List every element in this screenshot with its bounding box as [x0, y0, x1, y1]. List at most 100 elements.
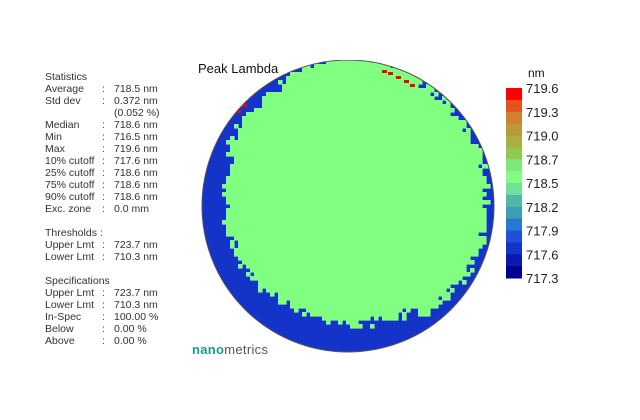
wafer-cell: [242, 132, 247, 137]
wafer-cell: [246, 124, 251, 129]
wafer-cell: [258, 136, 263, 141]
wafer-cell: [254, 224, 259, 229]
wafer-cell: [330, 252, 335, 257]
wafer-cell: [478, 212, 483, 217]
wafer-cell: [382, 188, 387, 193]
wafer-cell: [374, 80, 379, 85]
wafer-cell: [442, 104, 447, 109]
wafer-cell: [410, 88, 415, 93]
wafer-cell: [294, 248, 299, 253]
wafer-cell: [358, 104, 363, 109]
wafer-cell: [342, 84, 347, 89]
wafer-cell: [470, 200, 475, 205]
wafer-cell: [298, 288, 303, 293]
wafer-cell: [286, 228, 291, 233]
wafer-cell: [418, 92, 423, 97]
wafer-cell: [350, 316, 355, 321]
wafer-cell: [282, 164, 287, 169]
wafer-cell: [422, 296, 427, 301]
wafer-cell: [370, 132, 375, 137]
wafer-cell: [238, 248, 243, 253]
wafer-cell: [402, 112, 407, 117]
wafer-cell: [330, 192, 335, 197]
wafer-cell: [374, 160, 379, 165]
wafer-cell: [398, 260, 403, 265]
wafer-cell: [330, 68, 335, 73]
wafer-cell: [234, 232, 239, 237]
wafer-cell: [470, 156, 475, 161]
wafer-cell: [302, 244, 307, 249]
statistics-row: 10% cutoff:717.6 nm: [45, 155, 160, 167]
wafer-cell: [346, 320, 351, 325]
wafer-cell: [450, 124, 455, 129]
wafer-cell: [366, 92, 371, 97]
wafer-cell: [366, 184, 371, 189]
wafer-cell: [374, 260, 379, 265]
wafer-cell: [442, 292, 447, 297]
wafer-cell: [410, 244, 415, 249]
specifications-row: Below:0.00 %: [45, 323, 160, 335]
wafer-cell: [346, 108, 351, 113]
wafer-cell: [250, 156, 255, 161]
wafer-cell: [246, 160, 251, 165]
wafer-cell: [466, 180, 471, 185]
wafer-cell: [338, 96, 343, 101]
wafer-cell: [342, 68, 347, 73]
wafer-cell: [446, 156, 451, 161]
wafer-cell: [354, 256, 359, 261]
wafer-cell: [342, 260, 347, 265]
wafer-cell: [242, 128, 247, 133]
wafer-cell: [406, 220, 411, 225]
wafer-cell: [238, 252, 243, 257]
wafer-cell: [370, 116, 375, 121]
wafer-cell: [326, 236, 331, 241]
wafer-cell: [446, 284, 451, 289]
wafer-cell: [410, 156, 415, 161]
wafer-cell: [318, 132, 323, 137]
wafer-cell: [430, 232, 435, 237]
wafer-cell: [278, 264, 283, 269]
wafer-cell: [394, 248, 399, 253]
wafer-cell: [450, 164, 455, 169]
wafer-cell: [438, 140, 443, 145]
wafer-cell: [230, 140, 235, 145]
wafer-cell: [462, 224, 467, 229]
wafer-cell: [410, 124, 415, 129]
wafer-cell: [354, 252, 359, 257]
wafer-cell: [382, 192, 387, 197]
wafer-cell: [346, 68, 351, 73]
wafer-cell: [238, 192, 243, 197]
wafer-cell: [310, 204, 315, 209]
wafer-cell: [354, 72, 359, 77]
wafer-cell: [314, 268, 319, 273]
wafer-cell: [318, 160, 323, 165]
wafer-cell: [414, 148, 419, 153]
wafer-cell: [382, 140, 387, 145]
wafer-cell: [302, 296, 307, 301]
wafer-cell: [326, 200, 331, 205]
wafer-cell: [310, 276, 315, 281]
wafer-cell: [406, 148, 411, 153]
wafer-cell: [430, 188, 435, 193]
wafer-cell: [302, 132, 307, 137]
wafer-cell: [342, 232, 347, 237]
wafer-cell: [394, 156, 399, 161]
wafer-cell: [350, 156, 355, 161]
wafer-cell: [342, 128, 347, 133]
wafer-cell: [266, 248, 271, 253]
wafer-cell: [318, 120, 323, 125]
stat-value: 716.5 nm: [114, 131, 158, 143]
statistics-row: 75% cutoff:718.6 nm: [45, 179, 160, 191]
wafer-cell: [482, 224, 487, 229]
wafer-cell: [374, 136, 379, 141]
wafer-cell: [342, 204, 347, 209]
wafer-cell: [390, 300, 395, 305]
wafer-cell: [334, 240, 339, 245]
wafer-cell: [442, 252, 447, 257]
wafer-cell: [334, 256, 339, 261]
wafer-cell: [314, 156, 319, 161]
wafer-cell: [438, 232, 443, 237]
wafer-cell: [378, 152, 383, 157]
wafer-cell: [294, 84, 299, 89]
wafer-cell: [270, 120, 275, 125]
